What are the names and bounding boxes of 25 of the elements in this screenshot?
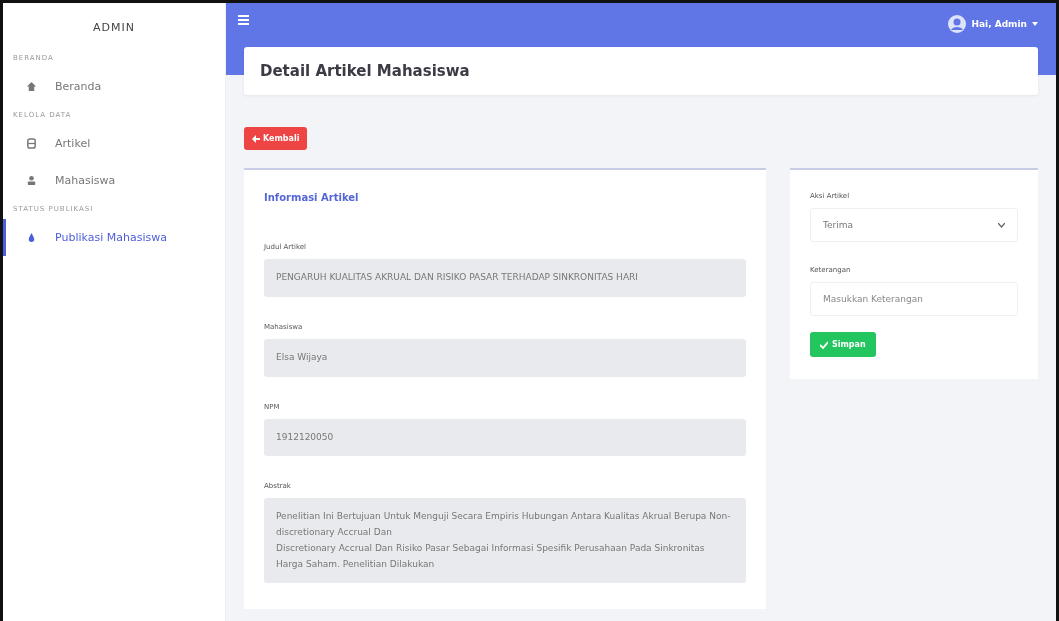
card-title: Informasi Artikel xyxy=(264,192,360,203)
back-button[interactable]: Kembali xyxy=(244,127,308,150)
readonly-field[interactable]: Elsa Wijaya xyxy=(264,338,746,377)
sidebar-item[interactable]: Mahasiswa xyxy=(3,162,225,199)
readonly-field[interactable]: 1912120050 xyxy=(264,418,746,457)
menu-icon[interactable] xyxy=(238,15,249,25)
caret-icon[interactable] xyxy=(1032,22,1038,26)
check-icon xyxy=(820,340,828,349)
home-icon xyxy=(26,81,37,92)
readonly-field[interactable]: PENGARUH KUALITAS AKRUAL DAN RISIKO PASAR TERHADAP SINKRONITAS HARI xyxy=(264,259,746,297)
readonly-field[interactable]: Penelitian Ini Bertujuan Untuk Menguji Secara Empiris Hubungan Antara Kualitas Akrual Berupa Non-discretionary Accrual Dan Discretionary Accrual Dan Risiko Pasar Sebagai Informasi Spesifik Perusahaan Pada Sinkronitas Harga Saham. Penelitian Dilakukan xyxy=(264,498,746,584)
drop-icon xyxy=(26,232,37,243)
sidebar-item[interactable]: Publikasi Mahasiswa xyxy=(3,219,225,256)
sidebar-brand: ADMIN xyxy=(92,20,136,36)
sidebar-item[interactable]: Beranda xyxy=(3,68,225,105)
note-field[interactable]: Masukkan Keterangan xyxy=(810,282,1018,316)
avatar-icon[interactable] xyxy=(948,15,967,33)
sidebar-item[interactable]: Artikel xyxy=(3,125,225,162)
arrow-left-icon xyxy=(252,134,260,143)
user-icon xyxy=(26,175,37,186)
action-select[interactable]: Terima xyxy=(810,208,1018,242)
chevron-down-icon xyxy=(998,222,1005,228)
page-title: Detail Artikel Mahasiswa xyxy=(260,62,470,80)
user-menu[interactable]: Hai, Admin xyxy=(971,19,1027,29)
save-button[interactable]: Simpan xyxy=(810,332,876,357)
